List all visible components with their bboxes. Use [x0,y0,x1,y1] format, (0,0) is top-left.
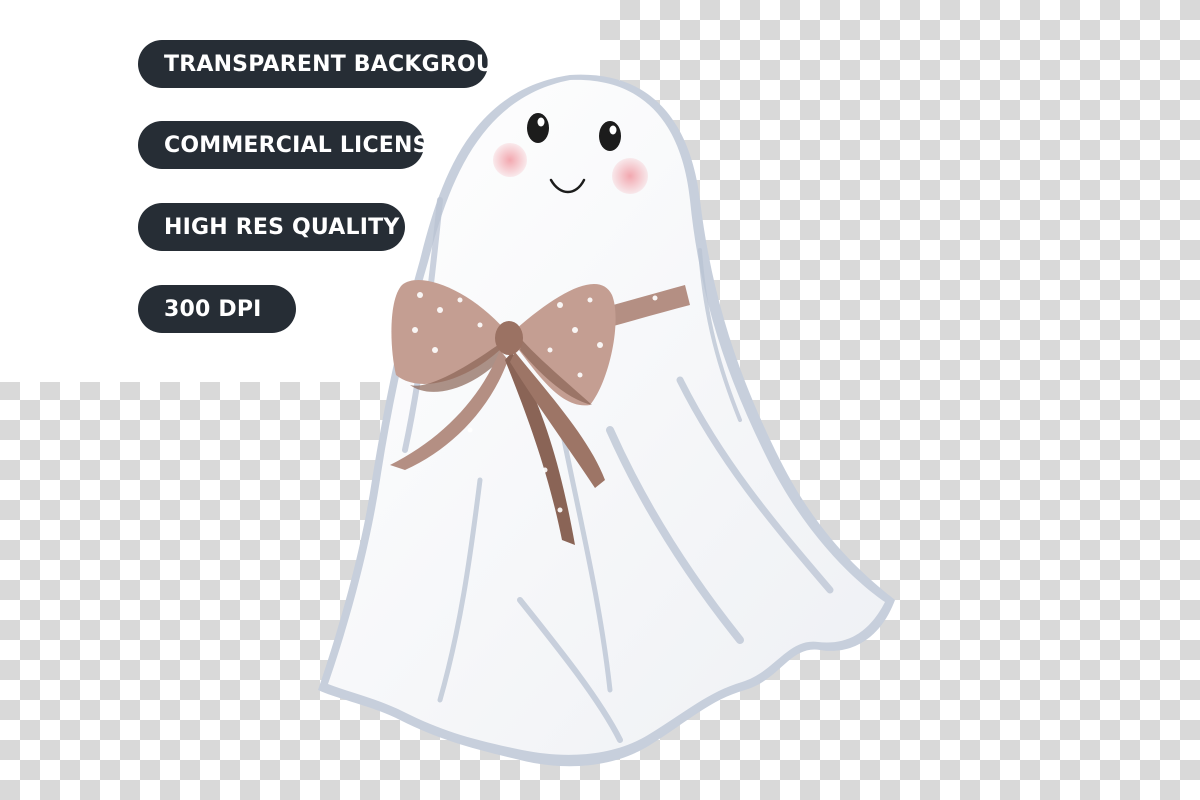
right-eye [599,121,621,151]
ghost-icon [318,74,895,767]
left-cheek [493,143,527,177]
right-cheek [612,158,648,194]
left-eye [527,113,549,143]
